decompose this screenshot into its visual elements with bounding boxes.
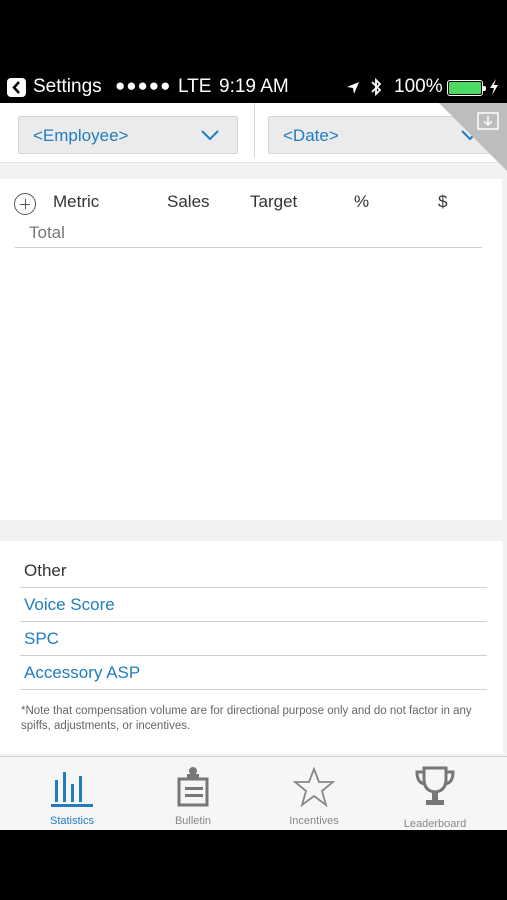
other-heading: Other — [20, 554, 487, 588]
tab-bar: Statistics Bulletin Incentives Leaderboa… — [0, 756, 507, 830]
other-item-accessory-asp[interactable]: Accessory ASP — [20, 656, 487, 690]
compensation-note: *Note that compensation volume are for d… — [21, 705, 472, 732]
date-dropdown-label: <Date> — [283, 126, 339, 145]
charging-bolt-icon — [489, 79, 499, 101]
tab-statistics[interactable]: Statistics — [12, 757, 132, 830]
battery-percentage: 100% — [394, 76, 443, 97]
employee-dropdown-label: <Employee> — [33, 126, 129, 145]
other-item-spc[interactable]: SPC — [20, 622, 487, 656]
employee-dropdown[interactable]: <Employee> — [18, 116, 238, 154]
total-row-label: Total — [29, 223, 65, 242]
chevron-down-icon — [201, 130, 219, 141]
column-header-target: Target — [250, 192, 298, 211]
metrics-table: Metric Sales Target % $ Total — [0, 179, 502, 520]
back-arrow-icon[interactable] — [7, 78, 26, 97]
tab-leaderboard[interactable]: Leaderboard — [375, 757, 495, 830]
filter-divider — [254, 103, 255, 158]
download-icon — [477, 112, 499, 130]
battery-icon — [447, 80, 486, 96]
tab-bulletin[interactable]: Bulletin — [133, 757, 253, 830]
other-metrics-card: Other Voice Score SPC Accessory ASP *Not… — [0, 541, 503, 754]
tab-statistics-label: Statistics — [49, 815, 94, 827]
download-corner-button[interactable] — [439, 103, 507, 171]
column-header-percent: % — [354, 192, 370, 211]
column-header-metric: Metric — [53, 192, 100, 211]
plus-circle-icon[interactable] — [14, 193, 36, 215]
table-divider — [15, 247, 482, 248]
back-to-settings-link[interactable]: Settings — [33, 76, 102, 98]
clipboard-icon — [177, 767, 209, 807]
column-header-dollar: $ — [438, 192, 448, 211]
location-arrow-icon — [346, 79, 360, 101]
column-header-sales: Sales — [167, 192, 210, 211]
signal-strength: ●●●●● — [115, 76, 172, 95]
other-item-voice-score[interactable]: Voice Score — [20, 588, 487, 622]
tab-bulletin-label: Bulletin — [174, 815, 212, 827]
star-icon — [293, 767, 335, 807]
status-bar: Settings ●●●●● LTE 9:19 AM 100% — [0, 71, 507, 103]
tab-leaderboard-label: Leaderboard — [403, 818, 467, 830]
app-screen: Settings ●●●●● LTE 9:19 AM 100% <Employe… — [0, 71, 507, 830]
carrier: LTE — [178, 76, 212, 97]
tab-incentives[interactable]: Incentives — [254, 757, 374, 830]
trophy-icon — [415, 766, 455, 805]
clock: 9:19 AM — [219, 76, 289, 97]
bluetooth-icon — [370, 77, 382, 103]
tab-incentives-label: Incentives — [289, 815, 339, 827]
bar-chart-icon — [51, 772, 93, 807]
filter-bar: <Employee> <Date> — [0, 103, 507, 171]
